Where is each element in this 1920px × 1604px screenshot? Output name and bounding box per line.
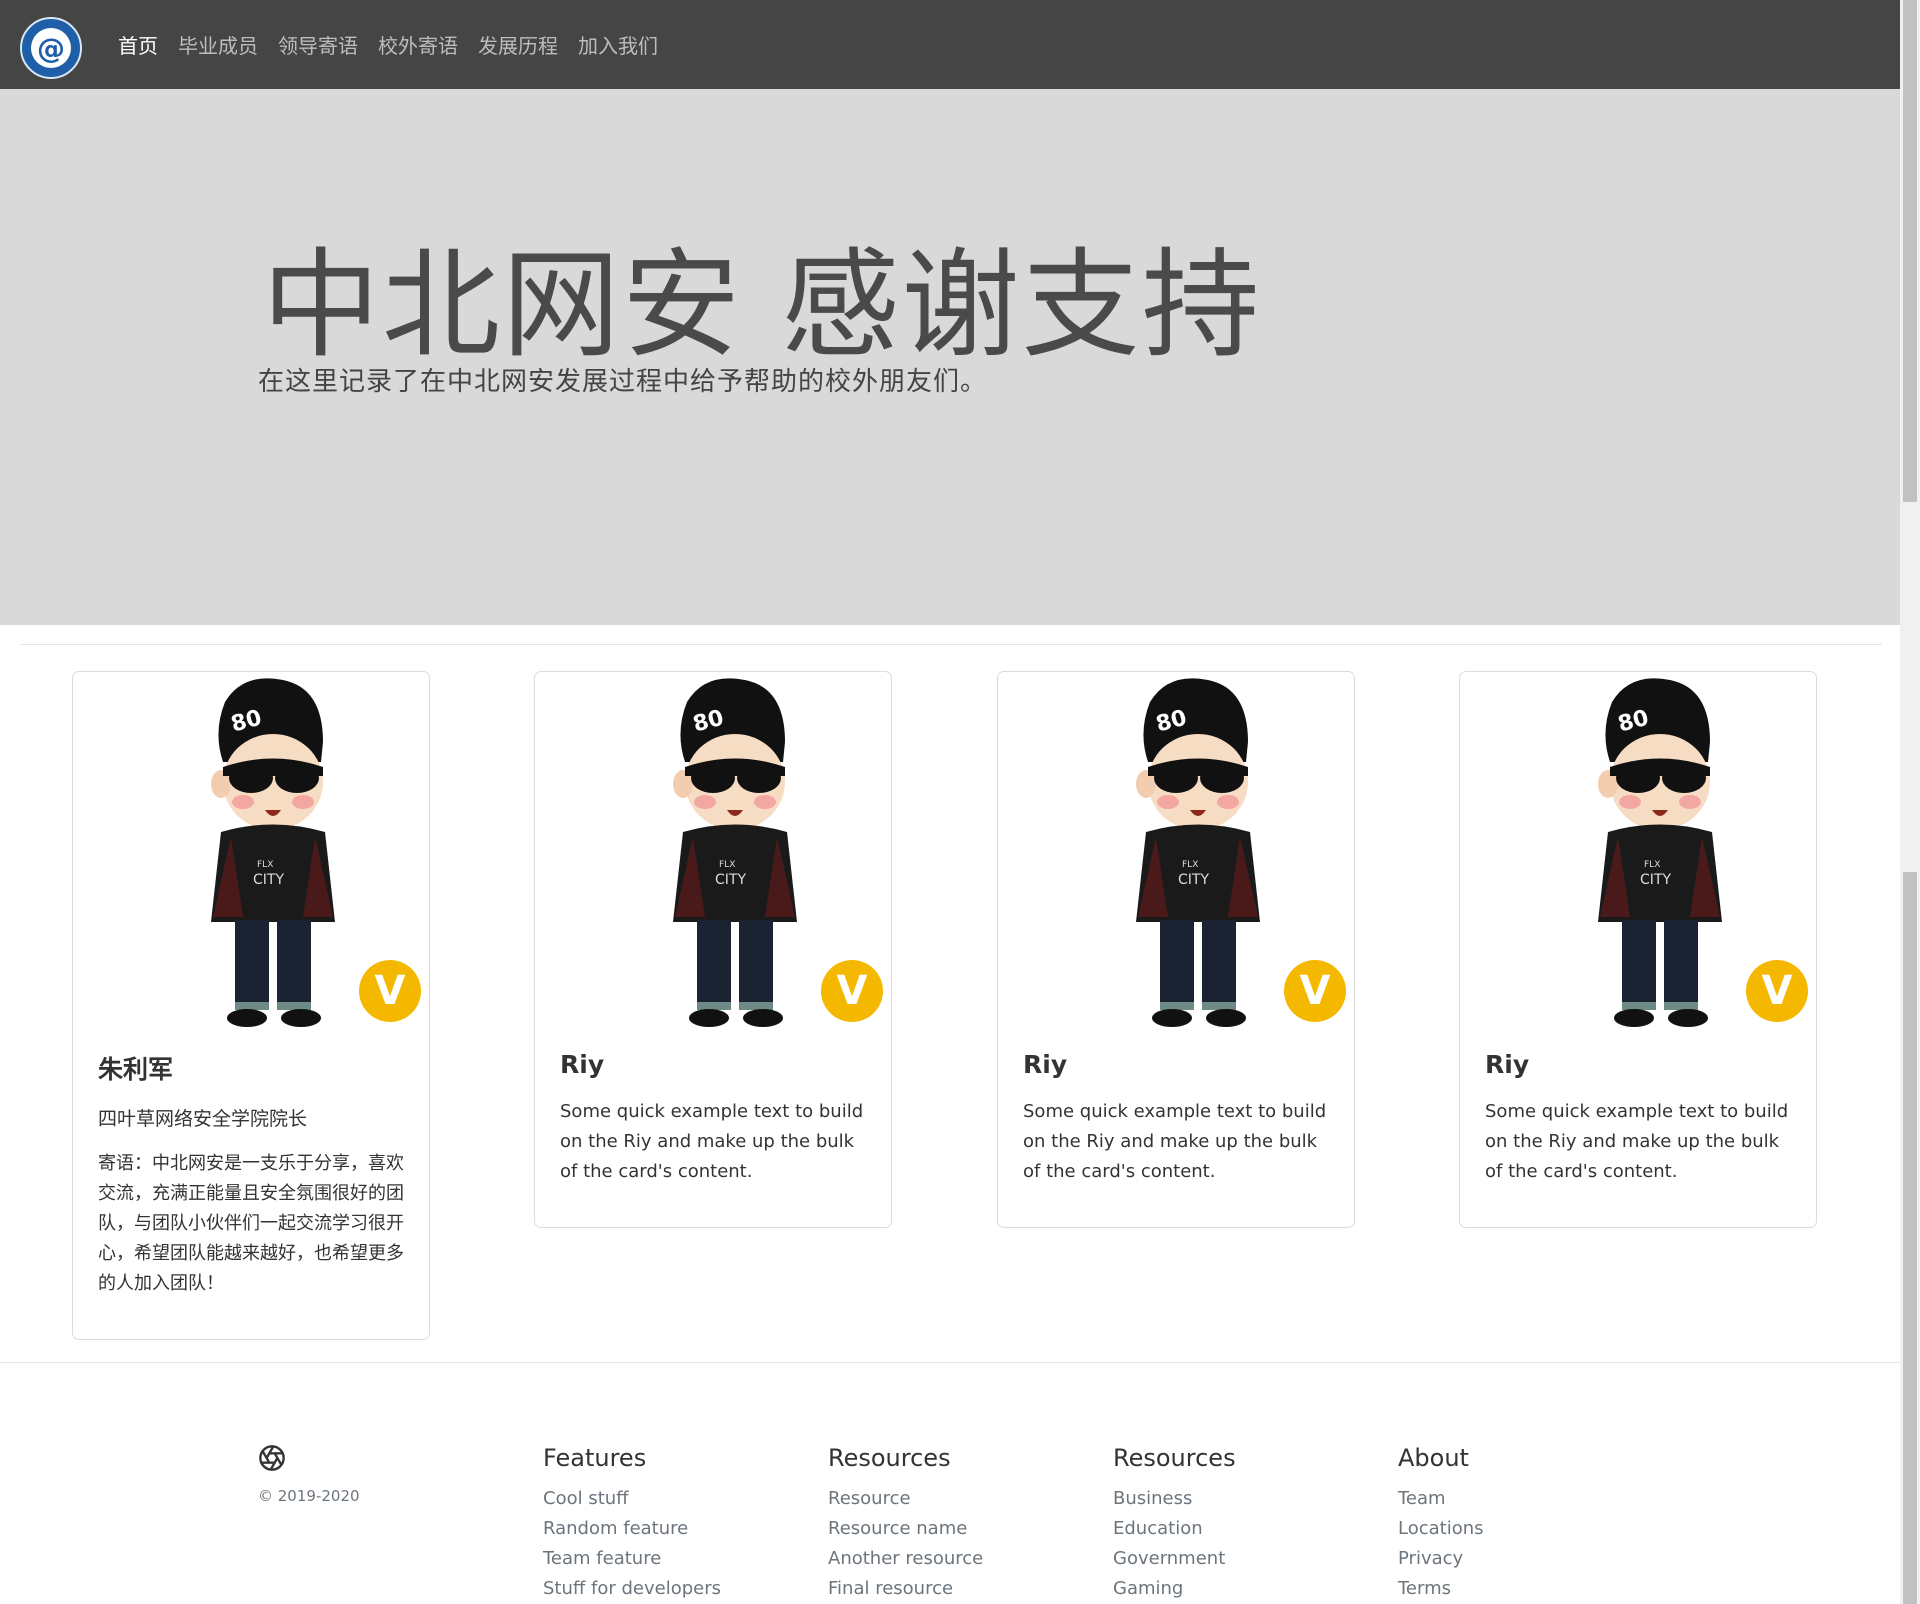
- at-sign-icon: @: [31, 28, 71, 68]
- verified-badge-icon: V: [1746, 960, 1808, 1022]
- footer-col-title: About: [1398, 1444, 1469, 1472]
- svg-text:FLX: FLX: [1644, 860, 1660, 870]
- svg-text:CITY: CITY: [253, 872, 284, 888]
- footer-col-title: Resources: [828, 1444, 951, 1472]
- nav-link-join-us[interactable]: 加入我们: [578, 30, 658, 59]
- footer-col-title: Resources: [1113, 1444, 1236, 1472]
- footer-link[interactable]: Privacy: [1398, 1544, 1484, 1574]
- footer-link[interactable]: Resource: [828, 1484, 983, 1514]
- footer-link[interactable]: Resource name: [828, 1514, 983, 1544]
- footer-col-features: Features Cool stuff Random feature Team …: [543, 1444, 721, 1604]
- scrollbar-thumb[interactable]: [1903, 0, 1917, 502]
- card-0: 80 FLX CITY V 朱利军 四叶草网络安全学院院长 寄语：中北网安是一支…: [72, 671, 430, 1340]
- footer-col-title: Features: [543, 1444, 647, 1472]
- copyright: © 2019-2020: [258, 1487, 360, 1505]
- avatar-image: 80 FLX CITY V: [998, 672, 1354, 1032]
- divider: [20, 644, 1882, 645]
- verified-badge-icon: V: [821, 960, 883, 1022]
- footer-col-resources-2: Resources Business Education Government …: [1113, 1444, 1236, 1604]
- footer-link[interactable]: Gaming: [1113, 1574, 1236, 1604]
- card-body: Riy Some quick example text to build on …: [1460, 1032, 1816, 1227]
- card-text: Some quick example text to build on the …: [1023, 1101, 1327, 1182]
- footer-link[interactable]: Team feature: [543, 1544, 721, 1574]
- footer-link[interactable]: Random feature: [543, 1514, 721, 1544]
- hero-section: 中北网安 感谢支持 在这里记录了在中北网安发展过程中给予帮助的校外朋友们。: [0, 89, 1900, 625]
- site-logo[interactable]: @: [20, 17, 82, 79]
- footer-link[interactable]: Final resource: [828, 1574, 983, 1604]
- scrollbar-thumb-lower[interactable]: [1903, 872, 1917, 1604]
- footer-link[interactable]: Stuff for developers: [543, 1574, 721, 1604]
- card-title: Riy: [1485, 1050, 1530, 1079]
- card-3: 80 FLX CITY V Riy Some quick example tex…: [1459, 671, 1817, 1228]
- card-title: 朱利军: [98, 1055, 174, 1084]
- card-1: 80 FLX CITY V Riy Some quick example tex…: [534, 671, 892, 1228]
- nav-link-graduates[interactable]: 毕业成员: [178, 30, 258, 59]
- nav-links: 首页 毕业成员 领导寄语 校外寄语 发展历程 加入我们: [118, 0, 678, 89]
- footer-link[interactable]: Government: [1113, 1544, 1236, 1574]
- card-text: Some quick example text to build on the …: [560, 1101, 864, 1182]
- footer-link[interactable]: Terms: [1398, 1574, 1484, 1604]
- verified-badge-icon: V: [359, 960, 421, 1022]
- nav-link-history[interactable]: 发展历程: [478, 30, 558, 59]
- card-subtitle: 四叶草网络安全学院院长: [98, 1108, 308, 1130]
- navbar: @ 首页 毕业成员 领导寄语 校外寄语 发展历程 加入我们: [0, 0, 1900, 89]
- avatar-image: 80 FLX CITY V: [1460, 672, 1816, 1032]
- svg-text:FLX: FLX: [257, 860, 273, 870]
- card-text: 寄语：中北网安是一支乐于分享，喜欢交流，充满正能量且安全氛围很好的团队，与团队小…: [98, 1153, 404, 1294]
- footer-link[interactable]: Education: [1113, 1514, 1236, 1544]
- footer-link[interactable]: Locations: [1398, 1514, 1484, 1544]
- card-title: Riy: [1023, 1050, 1068, 1079]
- svg-text:CITY: CITY: [715, 872, 746, 888]
- aperture-icon[interactable]: [258, 1444, 286, 1476]
- hero-title: 中北网安 感谢支持: [262, 236, 1262, 374]
- svg-text:FLX: FLX: [719, 860, 735, 870]
- footer-link[interactable]: Business: [1113, 1484, 1236, 1514]
- svg-text:FLX: FLX: [1182, 860, 1198, 870]
- card-text: Some quick example text to build on the …: [1485, 1101, 1789, 1182]
- svg-text:CITY: CITY: [1178, 872, 1209, 888]
- nav-link-leader-messages[interactable]: 领导寄语: [278, 30, 358, 59]
- footer-link[interactable]: Team: [1398, 1484, 1484, 1514]
- footer-divider: [0, 1362, 1900, 1363]
- nav-link-home[interactable]: 首页: [118, 30, 158, 59]
- card-body: 朱利军 四叶草网络安全学院院长 寄语：中北网安是一支乐于分享，喜欢交流，充满正能…: [73, 1032, 429, 1339]
- verified-badge-icon: V: [1284, 960, 1346, 1022]
- card-body: Riy Some quick example text to build on …: [535, 1032, 891, 1227]
- hero-subtitle: 在这里记录了在中北网安发展过程中给予帮助的校外朋友们。: [258, 367, 988, 397]
- card-2: 80 FLX CITY V Riy Some quick example tex…: [997, 671, 1355, 1228]
- footer-link[interactable]: Another resource: [828, 1544, 983, 1574]
- card-title: Riy: [560, 1050, 605, 1079]
- svg-text:CITY: CITY: [1640, 872, 1671, 888]
- card-body: Riy Some quick example text to build on …: [998, 1032, 1354, 1227]
- footer-col-resources: Resources Resource Resource name Another…: [828, 1444, 983, 1604]
- footer-link[interactable]: Cool stuff: [543, 1484, 721, 1514]
- avatar-image: 80 FLX CITY V: [73, 672, 429, 1032]
- footer-col-about: About Team Locations Privacy Terms: [1398, 1444, 1484, 1604]
- avatar-image: 80 FLX CITY V: [535, 672, 891, 1032]
- nav-link-external-messages[interactable]: 校外寄语: [378, 30, 458, 59]
